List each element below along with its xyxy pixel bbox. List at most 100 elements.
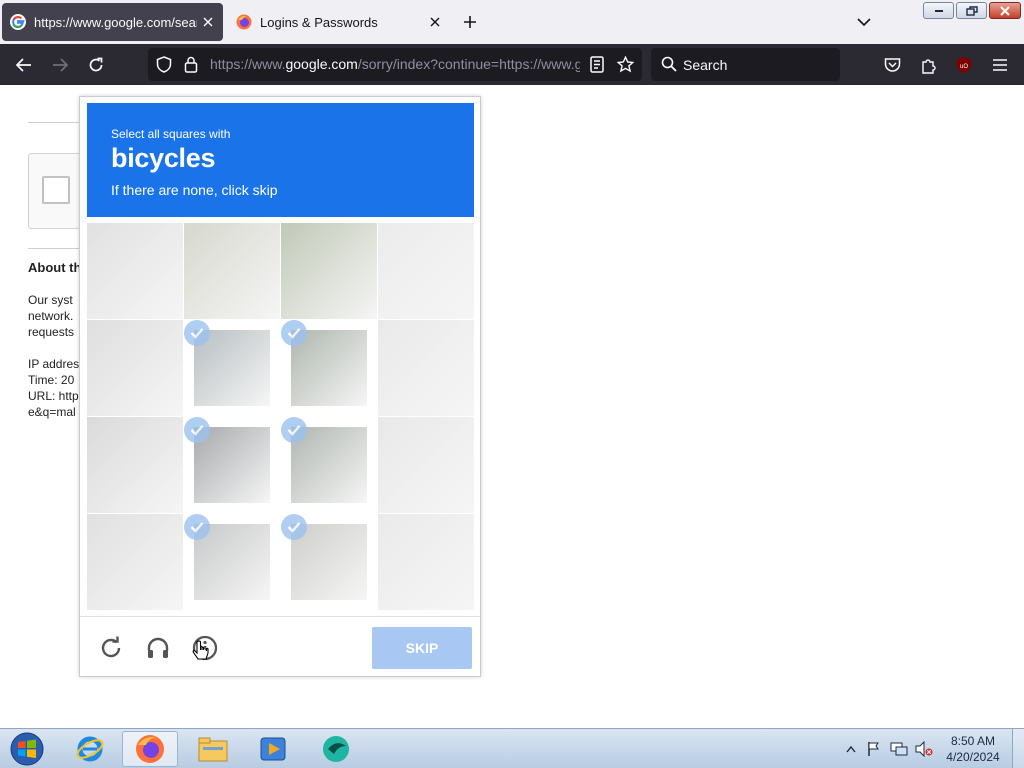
- ublock-origin-button[interactable]: uO: [951, 52, 977, 78]
- reload-icon: [89, 57, 103, 72]
- navigation-toolbar: https://www.google.com/sorry/index?conti…: [0, 44, 1024, 85]
- window-close-button[interactable]: [989, 2, 1021, 19]
- close-tab-icon[interactable]: [197, 11, 219, 33]
- arrow-left-icon: [16, 58, 31, 72]
- extensions-button[interactable]: [915, 52, 941, 78]
- hamburger-menu-icon: [993, 59, 1007, 71]
- close-tab-icon[interactable]: [424, 11, 446, 33]
- challenge-tile[interactable]: [378, 320, 474, 416]
- taskbar-internet-explorer[interactable]: [62, 731, 118, 767]
- chevron-down-icon: [857, 18, 871, 27]
- challenge-tile[interactable]: [87, 320, 183, 416]
- firefox-icon: [136, 735, 164, 763]
- tab-title: Logins & Passwords: [260, 14, 378, 30]
- back-button[interactable]: [11, 52, 37, 78]
- start-button[interactable]: [7, 732, 47, 766]
- challenge-tile[interactable]: [281, 417, 377, 513]
- windows-start-orb-icon: [10, 732, 44, 766]
- restore-icon: [965, 5, 978, 16]
- minimize-button[interactable]: [923, 2, 954, 19]
- lock-icon[interactable]: [184, 56, 198, 78]
- new-tab-button[interactable]: [458, 10, 482, 34]
- tab-title: https://www.google.com/search?q=: [34, 14, 197, 30]
- tab-google-search[interactable]: https://www.google.com/search?q=: [2, 3, 223, 41]
- challenge-header: Select all squares with bicycles If ther…: [87, 103, 474, 217]
- show-desktop-button[interactable]: [1012, 729, 1024, 768]
- bookmark-star-icon[interactable]: [616, 55, 635, 78]
- audio-challenge-button[interactable]: [143, 633, 173, 663]
- recaptcha-checkbox[interactable]: [42, 176, 70, 204]
- challenge-tile[interactable]: [184, 514, 280, 610]
- tile-selected-check-icon: [281, 514, 307, 540]
- pocket-icon: [884, 58, 900, 72]
- search-placeholder: Search: [683, 57, 728, 73]
- taskbar: 8:50 AM 4/20/2024: [0, 728, 1024, 768]
- taskbar-app[interactable]: [308, 731, 364, 767]
- list-all-tabs-button[interactable]: [852, 10, 876, 34]
- challenge-tile[interactable]: [281, 514, 377, 610]
- reload-icon: [101, 636, 121, 658]
- challenge-tile[interactable]: [184, 223, 280, 319]
- pocket-button[interactable]: [879, 52, 905, 78]
- challenge-tile[interactable]: [184, 417, 280, 513]
- restore-button[interactable]: [956, 2, 987, 19]
- app-menu-button[interactable]: [987, 52, 1013, 78]
- ip-address-line: IP addres: [28, 357, 80, 371]
- system-clock[interactable]: 8:50 AM 4/20/2024: [940, 733, 1006, 765]
- tile-selected-check-icon: [184, 514, 210, 540]
- clock-date: 4/20/2024: [946, 750, 1000, 764]
- tile-image: [281, 223, 377, 319]
- tracking-shield-icon[interactable]: [156, 56, 172, 78]
- url-line: URL: http: [28, 389, 79, 403]
- challenge-tile[interactable]: [378, 417, 474, 513]
- audio-headphones-icon: [147, 637, 169, 658]
- tab-logins-passwords[interactable]: Logins & Passwords: [232, 3, 450, 41]
- volume-muted[interactable]: [913, 737, 935, 761]
- ublock-origin-icon: uO: [957, 57, 971, 73]
- tile-image: [378, 320, 474, 416]
- reload-challenge-button[interactable]: [96, 633, 126, 663]
- taskbar-media-player[interactable]: [245, 731, 301, 767]
- address-bar[interactable]: https://www.google.com/sorry/index?conti…: [148, 48, 642, 81]
- skip-button[interactable]: SKIP: [372, 627, 472, 669]
- forward-button[interactable]: [47, 52, 73, 78]
- challenge-tile[interactable]: [87, 223, 183, 319]
- google-g-icon: [10, 14, 26, 30]
- reader-view-icon[interactable]: [590, 56, 604, 78]
- tile-selected-check-icon: [281, 320, 307, 346]
- taskbar-file-explorer[interactable]: [185, 731, 241, 767]
- recaptcha-challenge-popup: Select all squares with bicycles If ther…: [79, 96, 481, 677]
- challenge-tile[interactable]: [87, 417, 183, 513]
- challenge-tile[interactable]: [281, 320, 377, 416]
- tile-image: [87, 417, 183, 513]
- about-heading: About th: [28, 260, 82, 275]
- challenge-tile[interactable]: [87, 514, 183, 610]
- challenge-tile[interactable]: [281, 223, 377, 319]
- about-text-line: network.: [28, 309, 74, 323]
- network-status[interactable]: [888, 737, 910, 761]
- tile-image: [378, 417, 474, 513]
- challenge-tile[interactable]: [184, 320, 280, 416]
- challenge-tile[interactable]: [378, 514, 474, 610]
- tile-image: [378, 514, 474, 610]
- clock-time: 8:50 AM: [950, 734, 996, 748]
- close-icon: [1000, 5, 1010, 16]
- taskbar-firefox[interactable]: [122, 731, 178, 767]
- search-bar[interactable]: Search: [651, 48, 840, 81]
- file-explorer-icon: [198, 737, 228, 762]
- search-icon: [661, 56, 677, 77]
- app-icon: [323, 736, 349, 762]
- reload-button[interactable]: [83, 52, 109, 78]
- challenge-tile[interactable]: [378, 223, 474, 319]
- minimize-icon: [934, 9, 943, 12]
- hand-cursor-icon: [186, 637, 216, 667]
- svg-text:uO: uO: [960, 64, 968, 70]
- tile-selected-check-icon: [184, 417, 210, 443]
- challenge-target: bicycles: [111, 143, 216, 173]
- show-hidden-icons-button[interactable]: [844, 737, 858, 761]
- challenge-image-grid: [87, 223, 474, 610]
- action-center-flag[interactable]: [864, 737, 884, 761]
- window-controls: [923, 2, 1021, 19]
- arrow-right-icon: [53, 58, 68, 72]
- media-player-icon: [260, 737, 286, 761]
